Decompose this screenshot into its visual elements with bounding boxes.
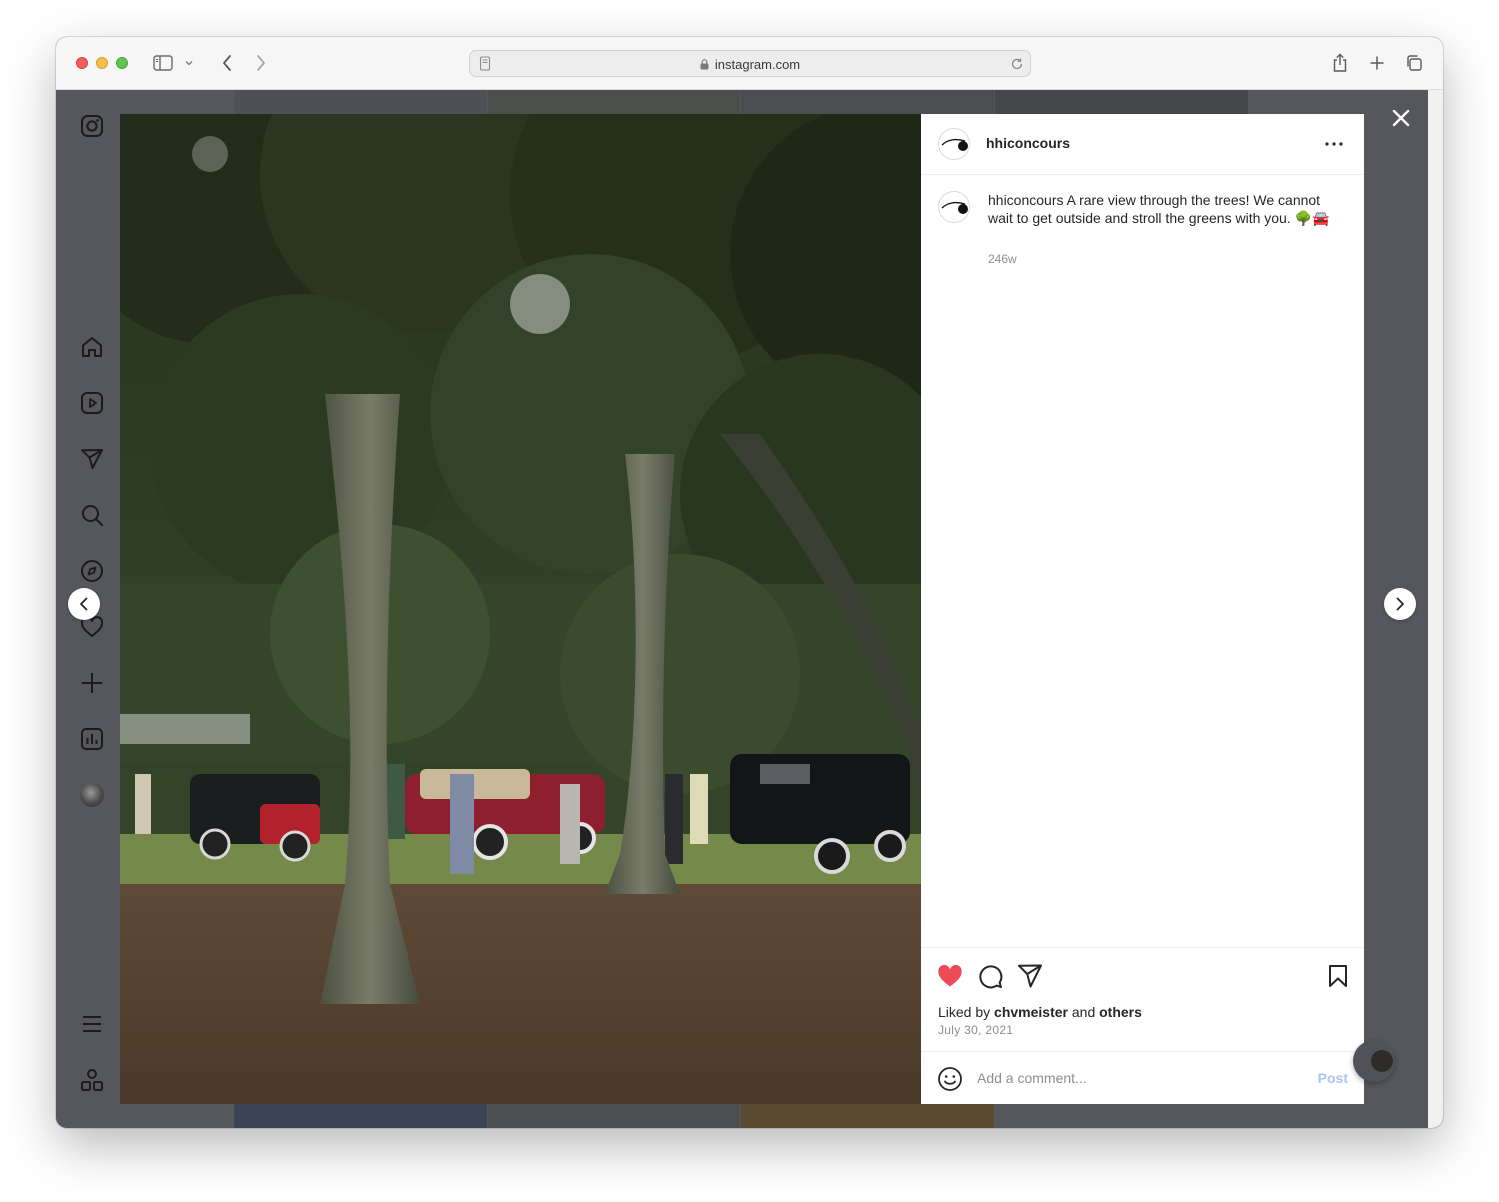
emoji-icon[interactable]: [937, 1066, 963, 1092]
page-scrollbar[interactable]: [1428, 90, 1443, 1128]
liked-by-user[interactable]: chvmeister: [994, 1004, 1068, 1020]
browser-window: instagram.com hhiconcours hhiconcours A …: [56, 37, 1443, 1128]
post-details-panel: hhiconcours hhiconcours A rare view thro…: [921, 114, 1364, 1104]
comment-icon[interactable]: [976, 962, 1004, 990]
messages-bubble[interactable]: [1353, 1040, 1395, 1082]
messages-avatar: [1371, 1050, 1393, 1072]
liked-by-and: and: [1067, 1004, 1100, 1020]
background-post-tile[interactable]: [234, 90, 487, 114]
chevron-down-icon[interactable]: [182, 52, 196, 74]
comment-bar: Post: [921, 1051, 1364, 1104]
reels-icon[interactable]: [80, 391, 104, 415]
like-heart-icon[interactable]: [936, 962, 964, 990]
share-post-icon[interactable]: [1016, 962, 1044, 990]
caption-username[interactable]: hhiconcours: [988, 192, 1064, 208]
caption-timestamp[interactable]: 246w: [988, 252, 1017, 266]
liked-by-text: Liked by chvmeister and others: [938, 1004, 1142, 1020]
direct-icon[interactable]: [80, 447, 104, 471]
home-icon[interactable]: [80, 335, 104, 359]
chevron-left-icon: [80, 597, 88, 611]
lock-icon: [700, 58, 709, 73]
background-post-tile[interactable]: [741, 1104, 994, 1128]
author-username[interactable]: hhiconcours: [986, 135, 1070, 151]
url-text: instagram.com: [714, 57, 801, 72]
post-image[interactable]: [120, 114, 921, 1104]
background-post-tile[interactable]: [741, 90, 994, 114]
new-tab-icon[interactable]: [1366, 52, 1388, 74]
next-post-button[interactable]: [1384, 588, 1416, 620]
save-bookmark-icon[interactable]: [1324, 962, 1352, 990]
post-header: hhiconcours: [921, 114, 1364, 175]
background-post-tile[interactable]: [234, 1104, 487, 1128]
window-close-button[interactable]: [76, 57, 88, 69]
address-bar[interactable]: instagram.com: [469, 50, 1031, 77]
menu-icon[interactable]: [80, 1012, 104, 1036]
browser-toolbar: instagram.com: [56, 37, 1443, 90]
search-icon[interactable]: [80, 503, 104, 527]
create-icon[interactable]: [80, 671, 104, 695]
post-caption: hhiconcours A rare view through the tree…: [988, 191, 1338, 227]
liked-by-prefix: Liked by: [938, 1004, 995, 1020]
more-apps-icon[interactable]: [80, 1068, 104, 1092]
window-maximize-button[interactable]: [116, 57, 128, 69]
profile-avatar[interactable]: [80, 783, 104, 807]
caption-author-avatar[interactable]: [938, 191, 970, 223]
liked-by-others[interactable]: others: [1099, 1004, 1142, 1020]
instagram-logo-icon[interactable]: [80, 114, 104, 138]
tab-overview-icon[interactable]: [1403, 52, 1425, 74]
post-comment-button[interactable]: Post: [1318, 1070, 1348, 1086]
author-avatar[interactable]: [938, 128, 970, 160]
dashboard-icon[interactable]: [80, 727, 104, 751]
back-icon[interactable]: [216, 52, 238, 74]
forward-icon[interactable]: [250, 52, 272, 74]
background-post-tile[interactable]: [488, 90, 740, 114]
explore-icon[interactable]: [80, 559, 104, 583]
share-icon[interactable]: [1329, 52, 1351, 74]
post-date[interactable]: July 30, 2021: [938, 1023, 1013, 1037]
chevron-right-icon: [1396, 597, 1404, 611]
background-post-tile[interactable]: [995, 90, 1248, 114]
close-icon[interactable]: [1387, 104, 1415, 132]
previous-post-button[interactable]: [68, 588, 100, 620]
sidebar-toggle-icon[interactable]: [152, 52, 174, 74]
page-content: hhiconcours hhiconcours A rare view thro…: [56, 90, 1443, 1128]
post-actions: Liked by chvmeister and others July 30, …: [921, 947, 1364, 1051]
background-post-tile[interactable]: [488, 1104, 740, 1128]
comment-input[interactable]: [977, 1068, 1297, 1088]
more-options-icon[interactable]: [1322, 134, 1346, 154]
reload-icon[interactable]: [1009, 56, 1025, 77]
window-minimize-button[interactable]: [96, 57, 108, 69]
